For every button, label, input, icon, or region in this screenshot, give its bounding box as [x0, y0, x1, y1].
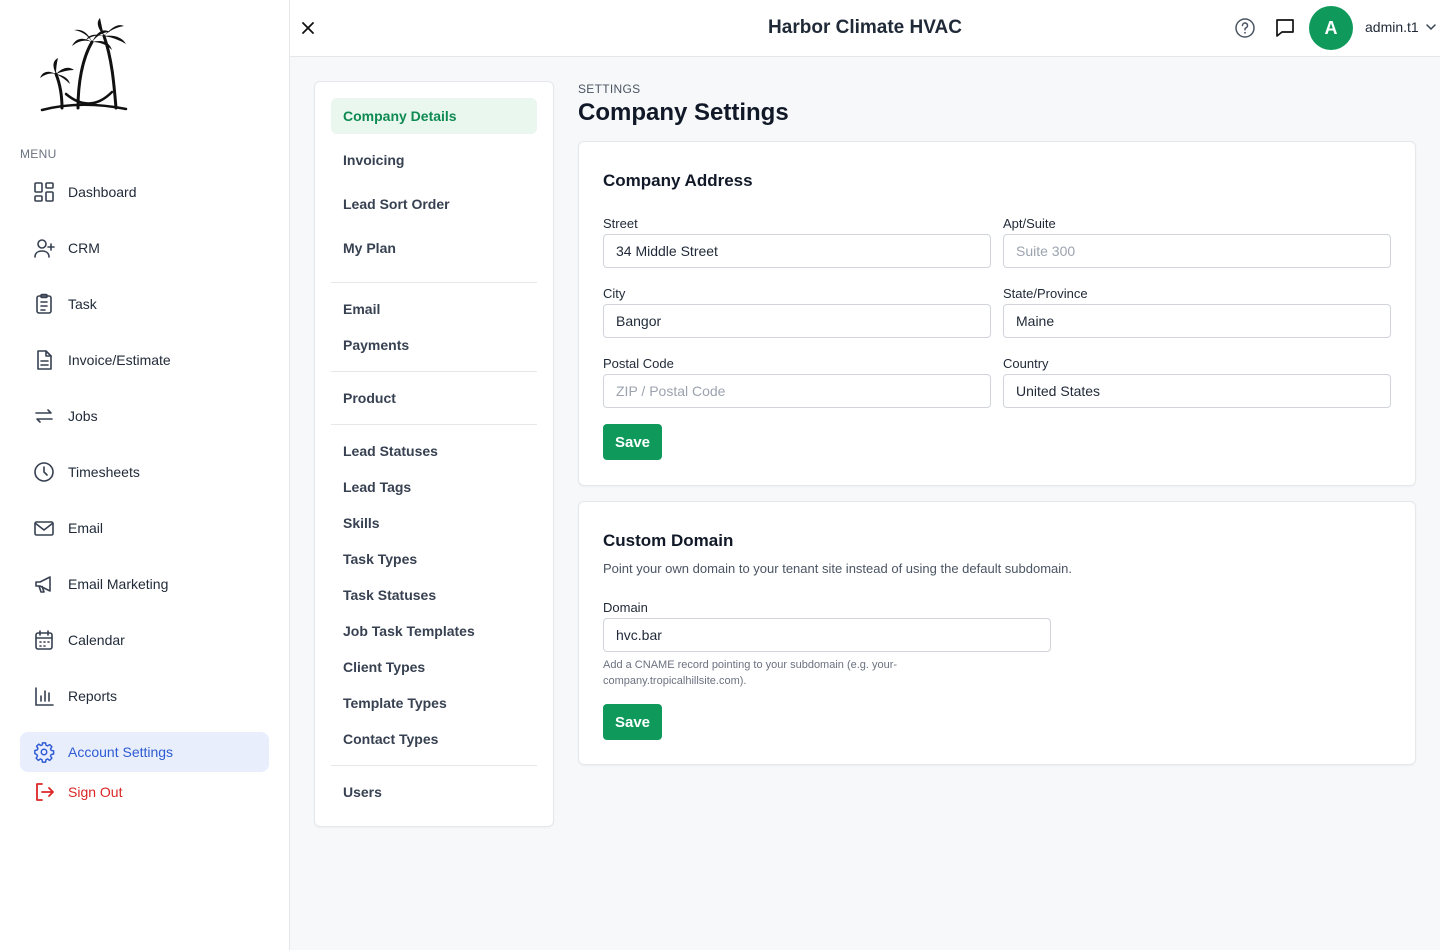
- settings-nav-template-types[interactable]: Template Types: [331, 685, 537, 721]
- company-address-card: Company Address Street Apt/Suite City St…: [578, 141, 1416, 486]
- dashboard-icon: [32, 180, 56, 204]
- main-nav: Dashboard CRM Task Invoice/Estimate Jobs: [20, 172, 269, 824]
- gear-icon: [32, 740, 56, 764]
- menu-label: MENU: [20, 147, 57, 161]
- bar-chart-icon: [32, 684, 56, 708]
- settings-nav-company-details[interactable]: Company Details: [331, 98, 537, 134]
- country-input[interactable]: [1003, 374, 1391, 408]
- country-label: Country: [1003, 356, 1049, 371]
- card-description: Point your own domain to your tenant sit…: [603, 561, 1073, 576]
- user-menu[interactable]: admin.t1: [1365, 19, 1437, 35]
- settings-nav-payments[interactable]: Payments: [331, 327, 537, 363]
- sidebar-item-label: Jobs: [68, 408, 98, 424]
- sidebar-item-dashboard[interactable]: Dashboard: [20, 172, 269, 212]
- calendar-icon: [32, 628, 56, 652]
- settings-nav-my-plan[interactable]: My Plan: [331, 230, 537, 266]
- state-province-label: State/Province: [1003, 286, 1088, 301]
- user-name: admin.t1: [1365, 19, 1419, 35]
- sign-out-icon: [32, 780, 56, 804]
- sidebar-item-label: CRM: [68, 240, 100, 256]
- divider: [331, 424, 537, 425]
- app-title: Harbor Climate HVAC: [768, 17, 962, 38]
- chevron-down-icon: [1425, 24, 1436, 31]
- settings-nav-client-types[interactable]: Client Types: [331, 649, 537, 685]
- sidebar-item-label: Reports: [68, 688, 118, 704]
- settings-nav-task-types[interactable]: Task Types: [331, 541, 537, 577]
- user-plus-icon: [32, 236, 56, 260]
- sign-out-button[interactable]: Sign Out: [20, 776, 269, 808]
- palm-hammock-logo-icon: [40, 18, 128, 112]
- sign-out-label: Sign Out: [68, 784, 123, 800]
- city-input[interactable]: [603, 304, 991, 338]
- settings-nav-email[interactable]: Email: [331, 291, 537, 327]
- sidebar-item-account-settings[interactable]: Account Settings: [20, 732, 269, 772]
- sidebar-item-calendar[interactable]: Calendar: [20, 620, 269, 660]
- sidebar-item-timesheets[interactable]: Timesheets: [20, 452, 269, 492]
- domain-label: Domain: [603, 600, 648, 615]
- postal-code-input[interactable]: [603, 374, 991, 408]
- avatar[interactable]: A: [1309, 6, 1353, 50]
- repeat-icon: [32, 404, 56, 428]
- settings-nav-users[interactable]: Users: [331, 774, 537, 810]
- city-label: City: [603, 286, 626, 301]
- sidebar-item-label: Account Settings: [68, 744, 174, 760]
- chat-icon[interactable]: [1274, 17, 1296, 39]
- domain-help-text: Add a CNAME record pointing to your subd…: [603, 659, 898, 687]
- save-domain-button[interactable]: Save: [603, 704, 662, 740]
- sidebar-item-label: Invoice/Estimate: [68, 352, 171, 368]
- settings-nav-contact-types[interactable]: Contact Types: [331, 721, 537, 757]
- sidebar-item-label: Email: [68, 520, 104, 536]
- sidebar-item-email[interactable]: Email: [20, 508, 269, 548]
- sidebar-item-task[interactable]: Task: [20, 284, 269, 324]
- sidebar-item-email-marketing[interactable]: Email Marketing: [20, 564, 269, 604]
- settings-nav: Company Details Invoicing Lead Sort Orde…: [314, 81, 554, 827]
- sidebar-item-label: Calendar: [68, 632, 125, 648]
- save-address-button[interactable]: Save: [603, 424, 662, 460]
- sidebar-item-crm[interactable]: CRM: [20, 228, 269, 268]
- clock-icon: [32, 460, 56, 484]
- top-bar: Harbor Climate HVAC A admin.t1: [290, 0, 1440, 57]
- sidebar-item-label: Task: [68, 296, 97, 312]
- divider: [331, 765, 537, 766]
- sidebar-item-invoice-estimate[interactable]: Invoice/Estimate: [20, 340, 269, 380]
- settings-nav-task-statuses[interactable]: Task Statuses: [331, 577, 537, 613]
- mail-icon: [32, 516, 56, 540]
- sidebar-item-reports[interactable]: Reports: [20, 676, 269, 716]
- settings-nav-lead-statuses[interactable]: Lead Statuses: [331, 433, 537, 469]
- postal-code-label: Postal Code: [603, 356, 674, 371]
- clipboard-icon: [32, 292, 56, 316]
- apt-suite-input[interactable]: [1003, 234, 1391, 268]
- settings-nav-product[interactable]: Product: [331, 380, 537, 416]
- card-title: Custom Domain: [603, 531, 734, 550]
- settings-nav-invoicing[interactable]: Invoicing: [331, 142, 537, 178]
- page-title: Company Settings: [578, 99, 789, 126]
- sidebar-item-label: Timesheets: [68, 464, 140, 480]
- megaphone-icon: [32, 572, 56, 596]
- apt-suite-label: Apt/Suite: [1003, 216, 1056, 231]
- divider: [331, 282, 537, 283]
- company-logo[interactable]: [20, 14, 146, 136]
- settings-nav-lead-sort-order[interactable]: Lead Sort Order: [331, 186, 537, 222]
- sidebar-item-label: Dashboard: [68, 184, 137, 200]
- settings-nav-job-task-templates[interactable]: Job Task Templates: [331, 613, 537, 649]
- sidebar: MENU Dashboard CRM Task Invoice/Estimate: [0, 0, 290, 950]
- custom-domain-card: Custom Domain Point your own domain to y…: [578, 501, 1416, 765]
- card-title: Company Address: [603, 171, 753, 190]
- settings-nav-skills[interactable]: Skills: [331, 505, 537, 541]
- divider: [331, 371, 537, 372]
- street-input[interactable]: [603, 234, 991, 268]
- sidebar-item-label: Email Marketing: [68, 576, 169, 592]
- domain-input[interactable]: [603, 618, 1051, 652]
- sidebar-item-jobs[interactable]: Jobs: [20, 396, 269, 436]
- document-icon: [32, 348, 56, 372]
- street-label: Street: [603, 216, 638, 231]
- help-icon[interactable]: [1234, 17, 1256, 39]
- breadcrumb: SETTINGS: [578, 82, 641, 96]
- settings-nav-lead-tags[interactable]: Lead Tags: [331, 469, 537, 505]
- state-province-input[interactable]: [1003, 304, 1391, 338]
